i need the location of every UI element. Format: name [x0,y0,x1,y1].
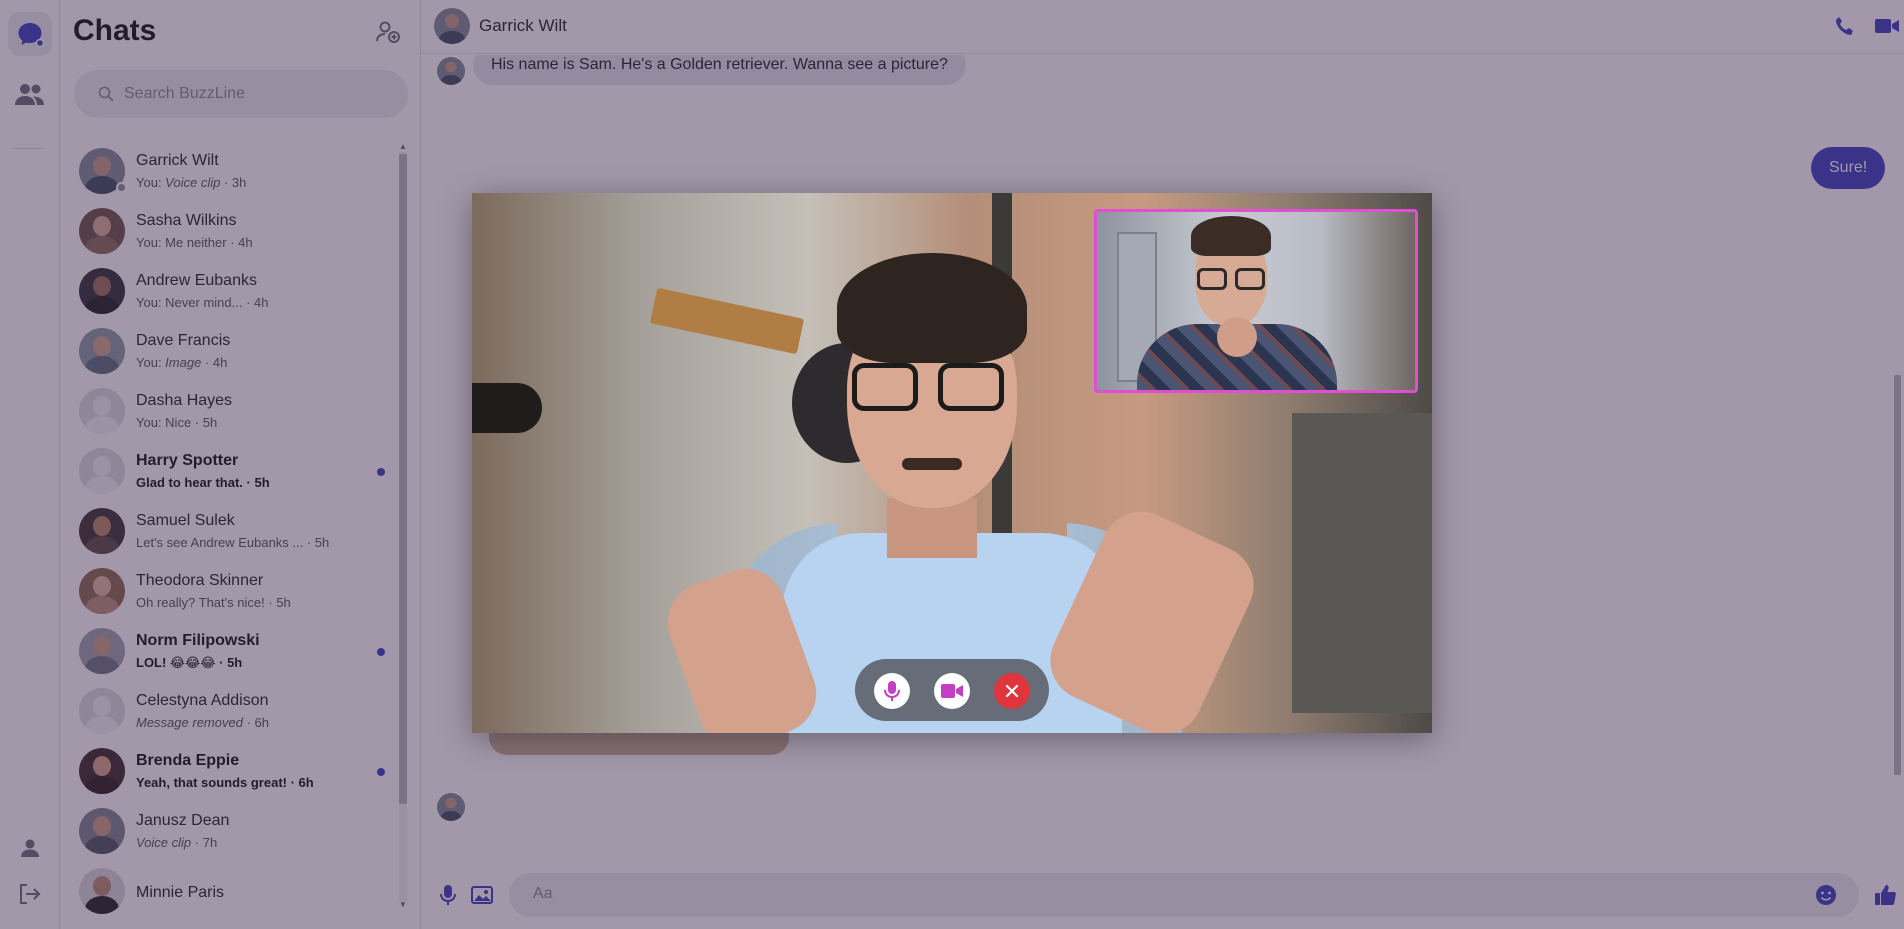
video-call-window [472,193,1432,733]
mute-microphone-button[interactable] [874,673,910,709]
toggle-camera-button[interactable] [934,673,970,709]
close-icon [1005,684,1019,698]
microphone-icon [884,681,900,701]
call-controls [855,659,1049,721]
video-camera-icon [941,684,963,698]
self-view-video[interactable] [1094,209,1418,393]
end-call-button[interactable] [994,673,1030,709]
